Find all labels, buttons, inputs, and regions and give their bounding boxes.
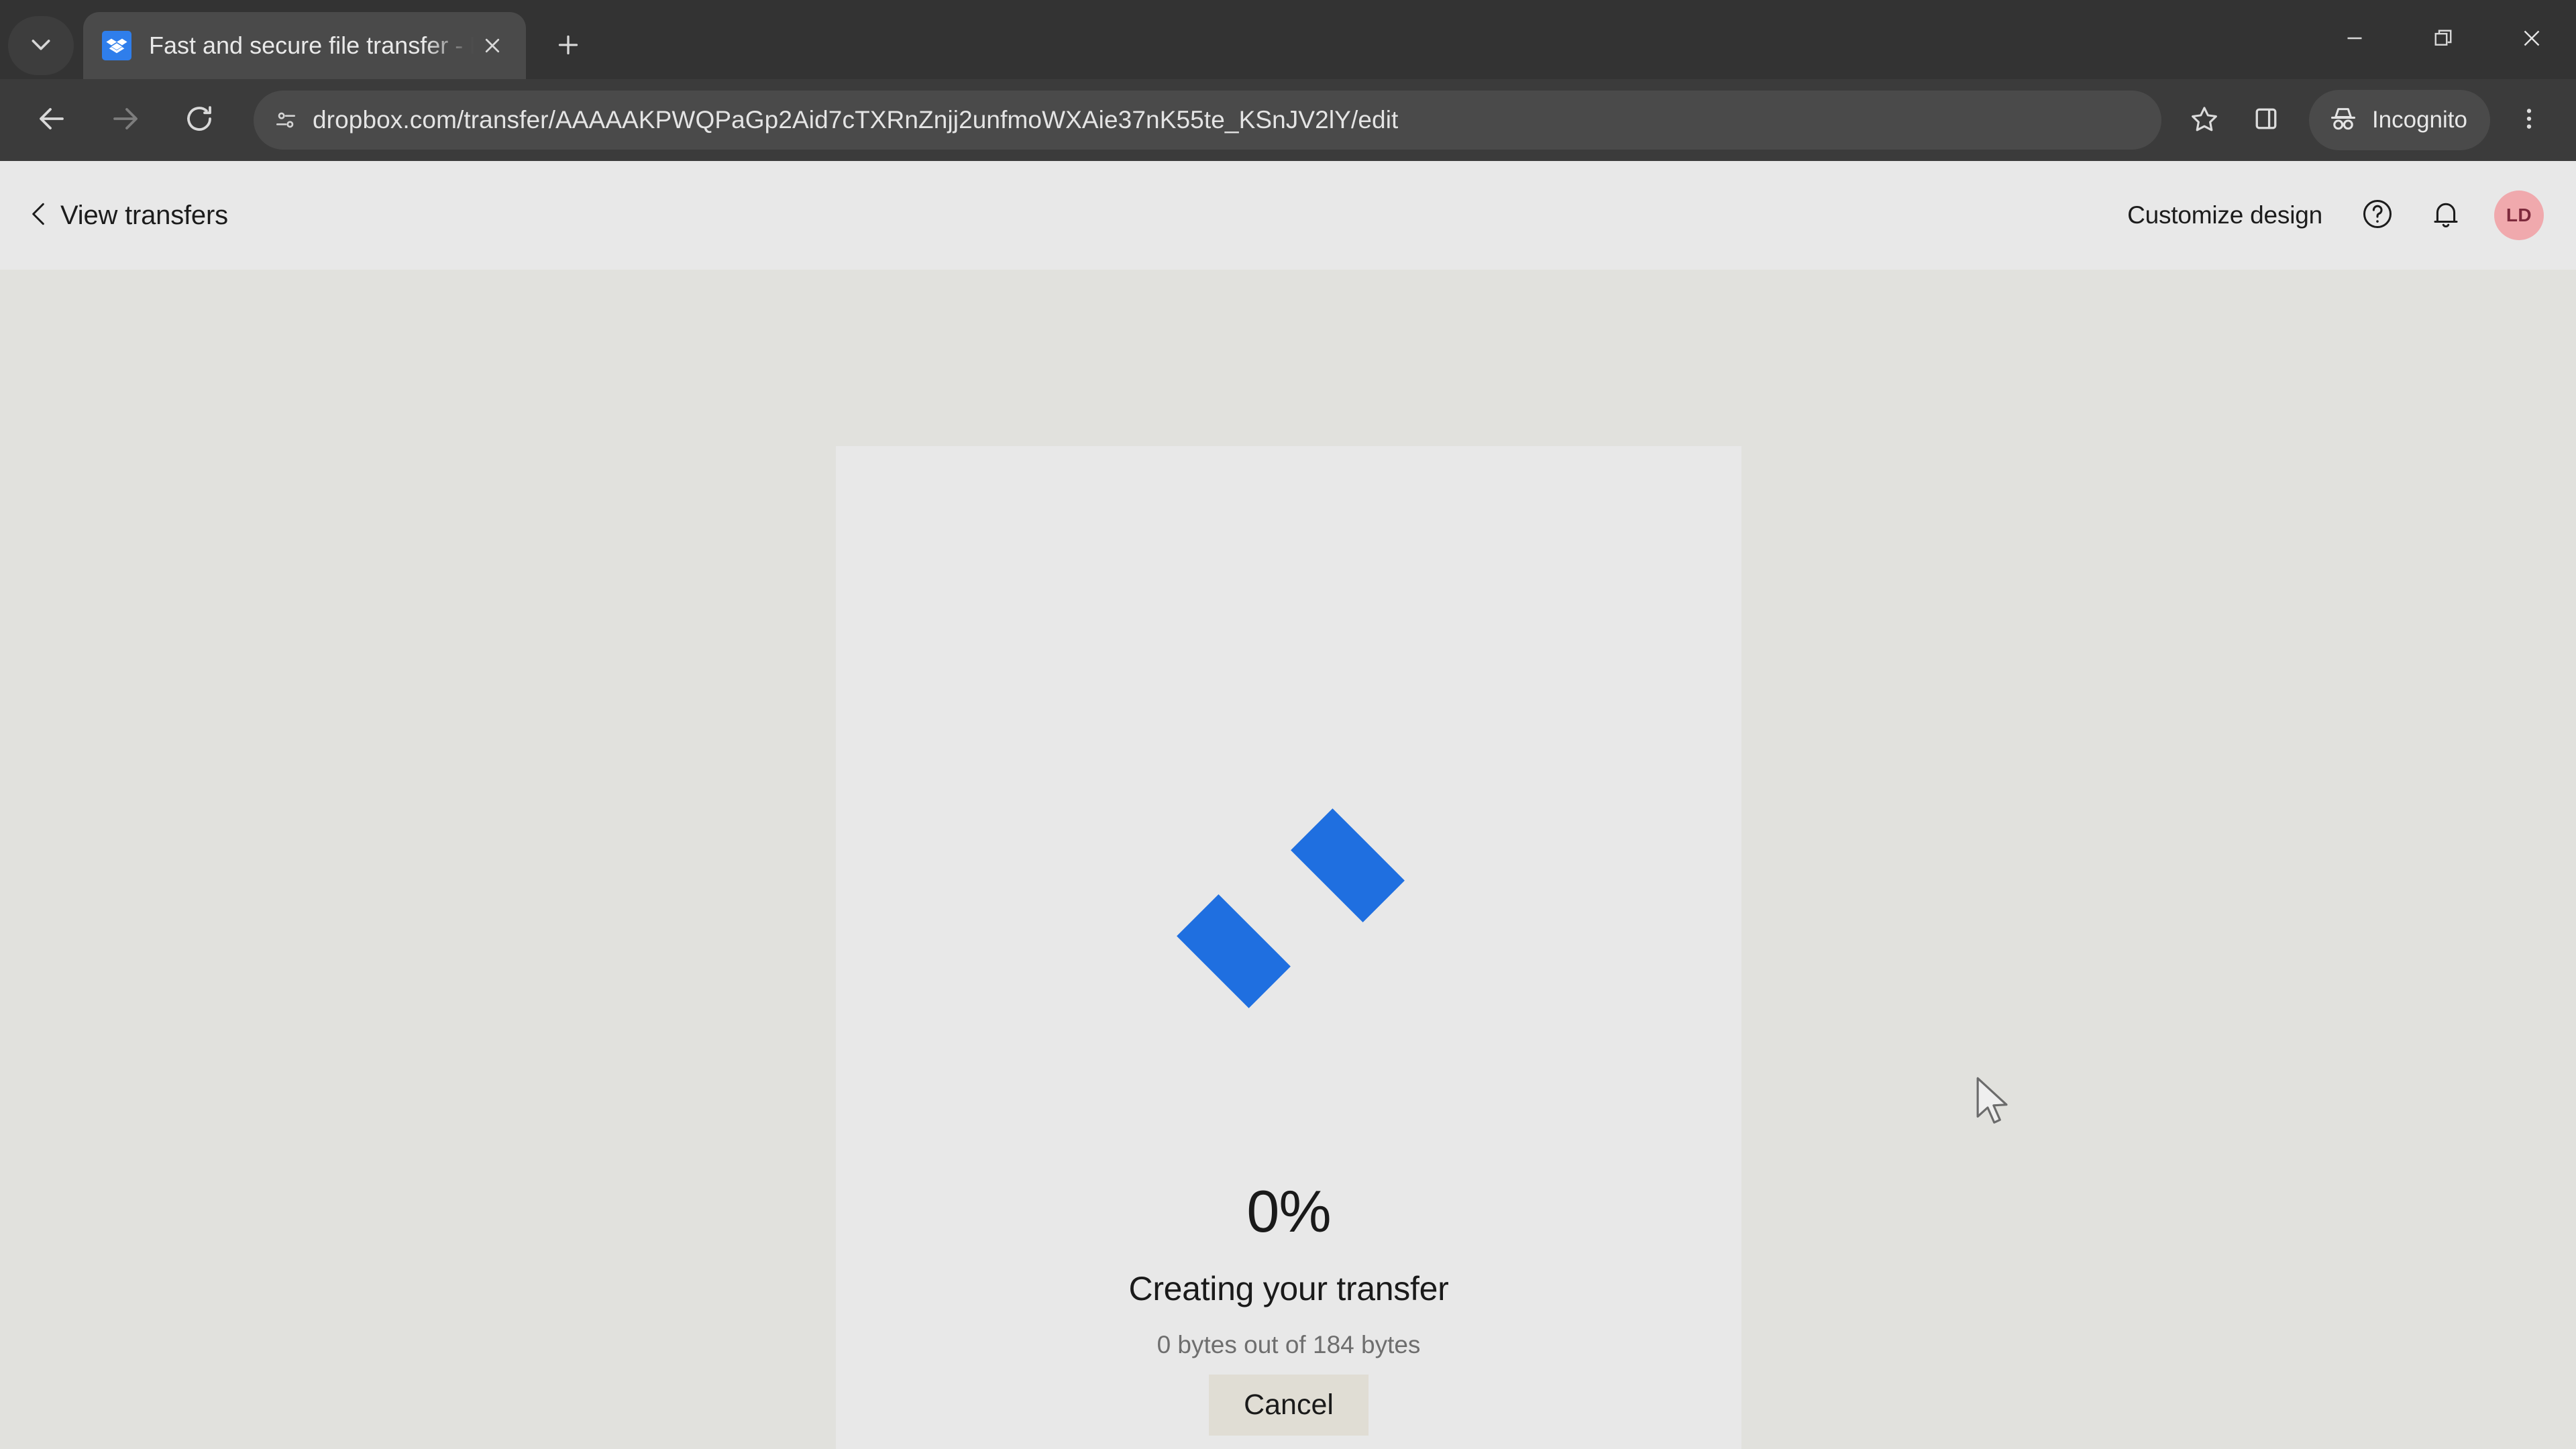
window-close-icon	[2520, 26, 2544, 54]
close-icon[interactable]	[474, 27, 511, 64]
question-circle-icon	[2360, 197, 2395, 235]
three-dot-menu-icon	[2516, 105, 2542, 136]
mouse-cursor	[1973, 1075, 2013, 1129]
customize-design-link[interactable]: Customize design	[2127, 201, 2322, 229]
page-viewport: View transfers Customize design LD 0% Cr…	[0, 161, 2576, 1449]
back-button[interactable]	[15, 83, 89, 157]
browser-window: Fast and secure file transfer - Dr dropb…	[0, 0, 2576, 1449]
view-transfers-back-link[interactable]: View transfers	[27, 199, 228, 232]
app-header-actions: Customize design LD	[2127, 191, 2544, 240]
notifications-button[interactable]	[2423, 193, 2469, 238]
help-button[interactable]	[2355, 193, 2400, 238]
browser-toolbar: dropbox.com/transfer/AAAAAKPWQPaGp2Aid7c…	[0, 79, 2576, 161]
star-icon	[2190, 104, 2219, 137]
browser-menu-button[interactable]	[2497, 88, 2561, 152]
minimize-button[interactable]	[2310, 0, 2399, 79]
minimize-icon	[2343, 26, 2367, 54]
tab-search-button[interactable]	[8, 16, 74, 75]
window-close-button[interactable]	[2487, 0, 2576, 79]
arrow-right-icon	[109, 103, 142, 138]
transfer-progress-card: 0% Creating your transfer 0 bytes out of…	[836, 446, 1741, 1449]
back-link-label: View transfers	[60, 200, 228, 230]
side-panel-icon	[2251, 104, 2281, 137]
tab-title: Fast and secure file transfer - Dr	[149, 32, 474, 59]
arrow-left-icon	[36, 103, 68, 138]
status-detail: 0 bytes out of 184 bytes	[1157, 1331, 1421, 1358]
browser-tab[interactable]: Fast and secure file transfer - Dr	[83, 12, 526, 79]
reload-icon	[183, 103, 215, 138]
maximize-button[interactable]	[2399, 0, 2487, 79]
status-title: Creating your transfer	[1128, 1270, 1449, 1307]
bookmark-button[interactable]	[2174, 89, 2235, 151]
chevron-left-icon	[27, 199, 50, 232]
bell-icon	[2428, 197, 2463, 235]
dropbox-loading-diamonds	[1148, 800, 1430, 1008]
tab-strip: Fast and secure file transfer - Dr	[0, 0, 2576, 79]
window-controls	[2310, 0, 2576, 79]
diamond-shape-bottom-left	[1177, 894, 1291, 1008]
site-settings-icon[interactable]	[264, 99, 307, 142]
avatar[interactable]: LD	[2494, 191, 2544, 240]
cancel-button[interactable]: Cancel	[1209, 1375, 1368, 1436]
address-bar[interactable]: dropbox.com/transfer/AAAAAKPWQPaGp2Aid7c…	[254, 91, 2161, 150]
new-tab-button[interactable]	[542, 20, 594, 72]
forward-button[interactable]	[89, 83, 162, 157]
diamond-shape-top-right	[1291, 808, 1405, 922]
dropbox-favicon	[102, 31, 131, 60]
side-panel-button[interactable]	[2235, 89, 2297, 151]
progress-block: 0% Creating your transfer 0 bytes out of…	[836, 1182, 1741, 1436]
incognito-indicator[interactable]: Incognito	[2308, 90, 2490, 150]
incognito-label: Incognito	[2371, 107, 2467, 133]
reload-button[interactable]	[162, 83, 236, 157]
chevron-down-icon	[28, 31, 54, 61]
url-text: dropbox.com/transfer/AAAAAKPWQPaGp2Aid7c…	[313, 106, 1399, 133]
plus-icon	[555, 32, 582, 62]
restore-icon	[2431, 26, 2455, 54]
incognito-icon	[2328, 103, 2372, 138]
progress-percent: 0%	[1246, 1178, 1331, 1244]
app-header: View transfers Customize design LD	[0, 161, 2576, 270]
